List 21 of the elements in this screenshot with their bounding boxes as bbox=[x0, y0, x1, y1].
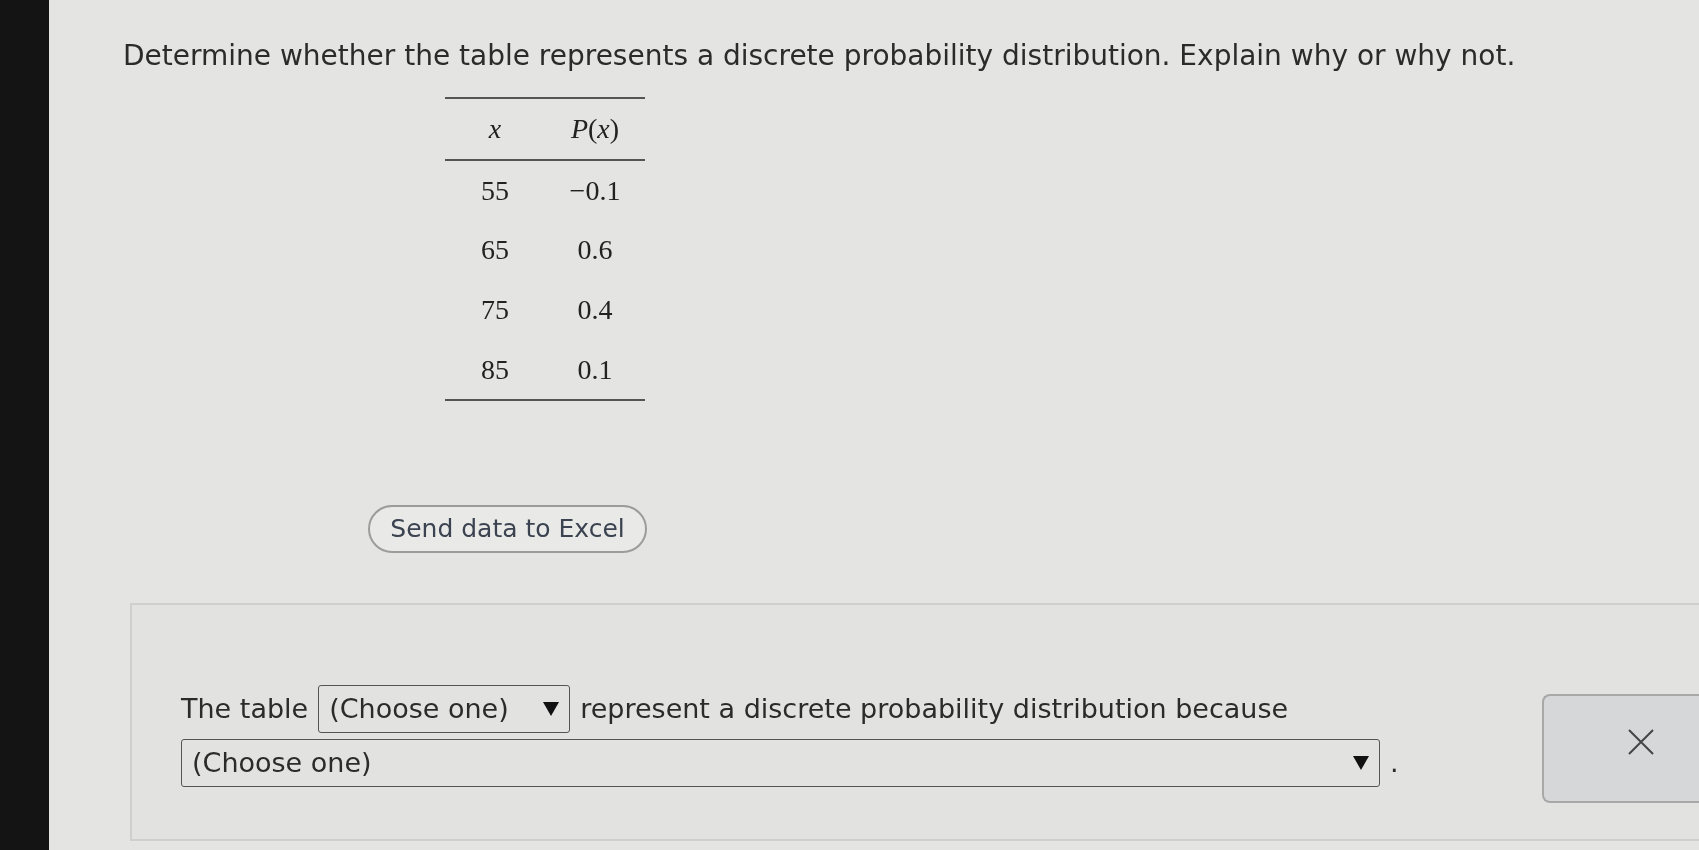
sentence-text: The table bbox=[181, 691, 309, 726]
close-icon bbox=[1628, 728, 1654, 755]
send-to-excel-button[interactable]: Send data to Excel bbox=[368, 505, 647, 553]
sentence-text: represent a discrete probability distribution because bbox=[580, 691, 1289, 726]
table-cell: −0.1 bbox=[545, 160, 645, 220]
table-cell-text: 65 bbox=[480, 233, 510, 267]
table-cell: 85 bbox=[445, 340, 545, 400]
choice-dropdown[interactable]: (Choose one) bbox=[181, 739, 1380, 787]
caret-icon bbox=[1353, 756, 1369, 770]
table-cell-text: 0.6 bbox=[576, 233, 614, 267]
choice-dropdown[interactable]: (Choose one) bbox=[318, 685, 571, 733]
column-header: x bbox=[445, 98, 545, 160]
table-cell-text: 0.4 bbox=[576, 293, 614, 327]
column-header: P(x) bbox=[545, 98, 645, 160]
table-cell: 55 bbox=[445, 160, 545, 220]
table-cell-text: 75 bbox=[480, 293, 510, 327]
caret-icon bbox=[543, 702, 560, 716]
sentence-text: . bbox=[1390, 745, 1399, 780]
question-text: Determine whether the table represents a discrete probability distribution. Explain why or why not. bbox=[123, 38, 1516, 74]
table-cell: 0.1 bbox=[545, 340, 645, 400]
clear-button[interactable] bbox=[1542, 694, 1699, 803]
